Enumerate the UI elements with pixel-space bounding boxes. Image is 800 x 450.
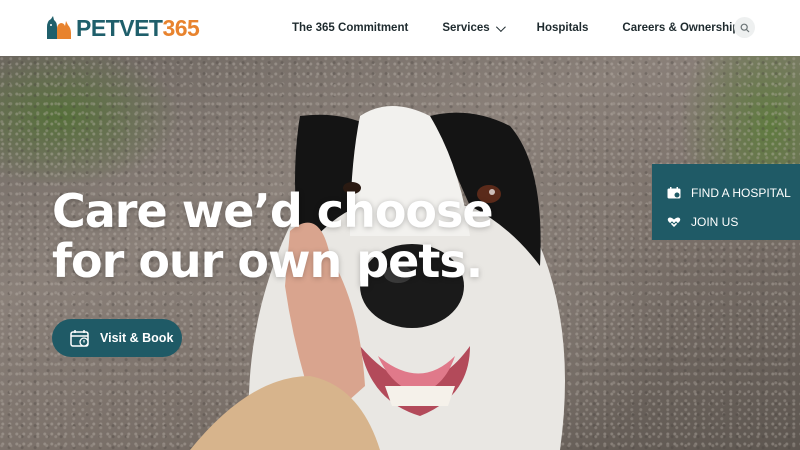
heart-hands-icon xyxy=(667,217,681,227)
chevron-down-icon xyxy=(495,21,506,32)
join-us-label: JOIN US xyxy=(691,214,739,229)
hero-headline: Care we’d choose for our own pets. xyxy=(52,184,494,288)
brand-name-part2: 365 xyxy=(162,14,200,41)
find-hospital-label: FIND A HOSPITAL xyxy=(691,185,791,200)
visit-book-label: Visit & Book xyxy=(100,331,174,345)
hero-headline-line2: for our own pets. xyxy=(52,234,483,288)
quick-links-panel: FIND A HOSPITAL JOIN US xyxy=(652,164,800,240)
nav-item-label: The 365 Commitment xyxy=(292,22,409,34)
nav-item-label: Services xyxy=(442,22,490,34)
search-button[interactable] xyxy=(734,17,755,38)
brand-name: PETVET365 xyxy=(76,14,200,42)
site-header: PETVET365 The 365 Commitment Services Ho… xyxy=(0,0,800,56)
pets-logo-icon xyxy=(47,16,71,39)
hero-headline-line1: Care we’d choose xyxy=(52,184,494,238)
visit-book-button[interactable]: Visit & Book xyxy=(52,319,182,357)
main-nav: The 365 Commitment Services Hospitals Ca… xyxy=(292,0,773,56)
nav-item-label: Careers & Ownership xyxy=(622,22,740,34)
nav-item-services[interactable]: Services xyxy=(442,21,506,34)
join-us-link[interactable]: JOIN US xyxy=(667,207,800,236)
petvet365-logo[interactable]: PETVET365 xyxy=(44,14,200,42)
nav-item-365-commitment[interactable]: The 365 Commitment xyxy=(292,22,408,34)
search-icon xyxy=(740,23,749,32)
nav-item-careers-ownership[interactable]: Careers & Ownership xyxy=(622,22,739,34)
calendar-icon xyxy=(70,330,89,347)
brand-name-part1: PETVET xyxy=(76,14,163,41)
find-hospital-link[interactable]: FIND A HOSPITAL xyxy=(667,178,800,207)
hero-banner: Care we’d choose for our own pets. Visit… xyxy=(0,56,800,450)
hospital-card-icon xyxy=(667,186,681,198)
nav-item-hospitals[interactable]: Hospitals xyxy=(537,22,589,34)
nav-item-label: Hospitals xyxy=(536,22,589,34)
